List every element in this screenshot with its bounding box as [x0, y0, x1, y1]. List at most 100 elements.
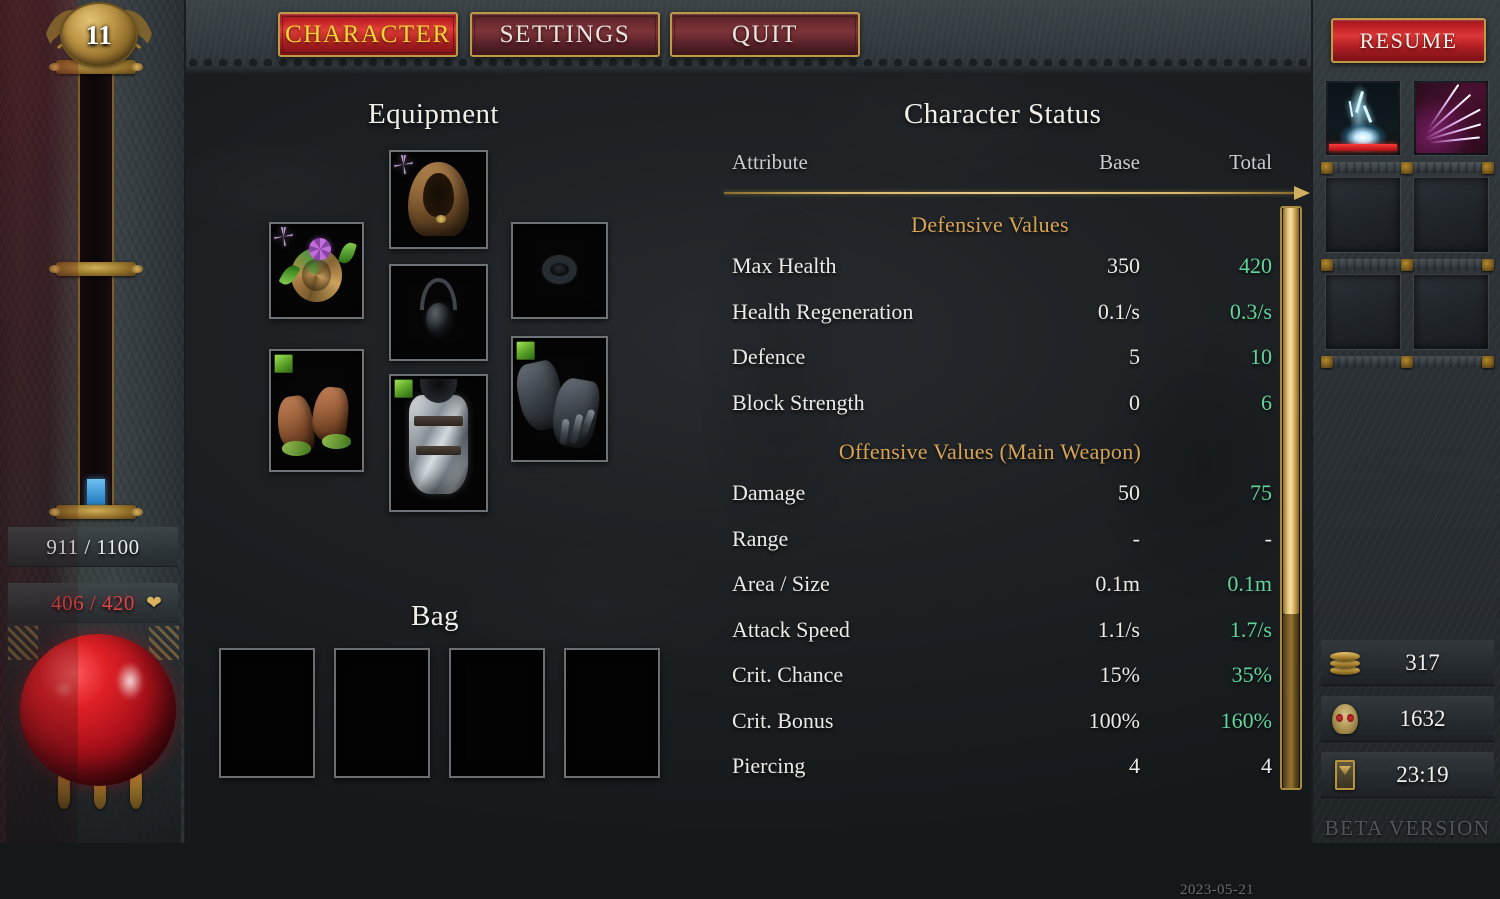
status-row: Defence 5 10 — [710, 344, 1272, 376]
rarity-star-badge — [394, 155, 413, 174]
status-row: Block Strength 0 6 — [710, 390, 1272, 422]
health-orb — [20, 634, 176, 786]
tab-quit[interactable]: QUIT — [670, 12, 860, 57]
time-value: 23:19 — [1396, 762, 1449, 787]
health-readout: 406 / 420 ❤ — [8, 583, 178, 623]
orb-highlight — [116, 662, 144, 700]
character-status-heading: Character Status — [904, 98, 1102, 130]
resource-readouts: 317 1632 23:19 — [1321, 640, 1494, 808]
resource-row-kills: 1632 — [1321, 696, 1494, 742]
skill-cooldown-bar — [1329, 144, 1397, 151]
xp-bar-track — [78, 58, 114, 518]
tab-quit-label: QUIT — [731, 20, 799, 48]
hourglass-icon — [1325, 755, 1365, 795]
status-row: Crit. Chance 15% 35% — [710, 662, 1272, 694]
scrollbar-thumb[interactable] — [1283, 208, 1299, 614]
skill-slot-1[interactable] — [1325, 80, 1401, 156]
status-row-total: 10 — [1250, 344, 1272, 369]
piercing-spikes-icon — [1416, 83, 1486, 153]
equipment-slot-helmet[interactable] — [389, 150, 488, 249]
bag-slot-4[interactable] — [564, 648, 660, 778]
coin-stack-icon — [1325, 643, 1365, 683]
equipment-slot-ring-right[interactable] — [511, 222, 608, 319]
status-group-heading: Offensive Values (Main Weapon) — [838, 439, 1142, 464]
status-row-total: 35% — [1231, 662, 1272, 687]
status-row: Piercing 4 4 — [710, 753, 1272, 785]
tab-settings[interactable]: SETTINGS — [470, 12, 660, 57]
equipment-slot-boots[interactable] — [269, 349, 364, 472]
column-header-total: Total — [1229, 150, 1272, 174]
orb-corner-tl — [8, 626, 38, 660]
health-value: 406 / 420 — [51, 590, 135, 615]
skill-slot-6[interactable] — [1413, 274, 1489, 350]
xp-bracket-bottom — [49, 505, 143, 519]
status-row-total: 160% — [1220, 707, 1272, 733]
gold-value: 317 — [1405, 650, 1440, 675]
divider-line — [724, 192, 1296, 194]
status-row-total: 0.3/s — [1229, 298, 1272, 324]
status-row: Attack Speed 1.1/s 1.7/s — [710, 617, 1272, 649]
rarity-star-badge — [274, 227, 293, 246]
equipment-heading: Equipment — [368, 98, 499, 130]
beta-watermark: BETA VERSION — [1324, 816, 1491, 840]
xp-value: 911 / 1100 — [46, 534, 140, 559]
kills-value: 1632 — [1399, 706, 1446, 731]
equipment-slot-gloves[interactable] — [511, 336, 608, 462]
bag-slot-3[interactable] — [449, 648, 545, 778]
status-row-total: - — [1264, 525, 1272, 551]
character-status-table: Attribute Base Total Defensive Values Max… — [710, 150, 1310, 830]
table-divider — [710, 186, 1310, 200]
right-hud-panel: RESUME 317 1632 23:19 BETA VERSION — [1311, 0, 1500, 843]
level-value: 11 — [85, 19, 113, 50]
status-row: Max Health 350 420 — [710, 253, 1272, 285]
quality-badge — [516, 341, 535, 360]
resume-button[interactable]: RESUME — [1331, 18, 1486, 63]
xp-bracket-mid — [49, 262, 143, 276]
bag-slot-1[interactable] — [219, 648, 315, 778]
status-row-total: 0.1m — [1227, 571, 1272, 596]
status-row: Range - - — [710, 526, 1272, 558]
date-stamp: 2023-05-21 — [1180, 882, 1254, 898]
skill-slot-5[interactable] — [1325, 274, 1401, 350]
equipment-slot-amulet[interactable] — [389, 264, 488, 361]
status-row-total: 420 — [1239, 253, 1272, 278]
health-orb-container — [6, 622, 181, 843]
quality-badge — [274, 354, 293, 373]
status-row: Area / Size 0.1m 0.1m — [710, 571, 1272, 603]
orb-highlight-secondary — [54, 680, 74, 698]
top-bar-ornament-lower — [186, 66, 1311, 74]
game-screen: 11 911 / 1100 406 / 420 ❤ CHARACTER SETT… — [0, 0, 1500, 898]
status-row: Damage 50 75 — [710, 480, 1272, 512]
level-badge: 11 — [62, 4, 136, 66]
resource-row-time: 23:19 — [1321, 752, 1494, 798]
skill-slot-grid — [1321, 80, 1494, 368]
tab-character[interactable]: CHARACTER — [278, 12, 458, 57]
skill-slot-3[interactable] — [1325, 177, 1401, 253]
status-row: Health Regeneration 0.1/s 0.3/s — [710, 299, 1272, 331]
dark-amulet-icon — [391, 266, 486, 359]
lightning-strike-icon — [1328, 83, 1398, 153]
status-row-total: 6 — [1261, 389, 1272, 415]
status-row-total: 1.7/s — [1229, 616, 1272, 642]
skill-slot-4[interactable] — [1413, 177, 1489, 253]
skull-icon — [1325, 699, 1365, 739]
equipment-slot-chest[interactable] — [389, 374, 488, 512]
status-group-heading: Defensive Values — [911, 212, 1069, 237]
skill-slot-2[interactable] — [1413, 80, 1489, 156]
quality-badge — [394, 379, 413, 398]
equipment-slot-ring-left[interactable] — [269, 222, 364, 319]
bag-slot-2[interactable] — [334, 648, 430, 778]
status-row-total: 75 — [1250, 480, 1272, 505]
orb-claw-1 — [58, 751, 70, 809]
bag-heading: Bag — [411, 600, 459, 632]
resource-row-gold: 317 — [1321, 640, 1494, 686]
resume-button-label: RESUME — [1359, 27, 1458, 53]
xp-readout: 911 / 1100 — [8, 527, 178, 567]
heart-icon: ❤ — [146, 593, 162, 614]
left-hud-panel: 11 911 / 1100 406 / 420 ❤ — [0, 0, 186, 843]
scrollbar-track-remainder[interactable] — [1283, 614, 1299, 788]
status-row: Crit. Bonus 100% 160% — [710, 708, 1272, 740]
status-scrollbar[interactable] — [1280, 206, 1302, 790]
main-content: Equipment Character Status Bag Attribute… — [186, 74, 1311, 898]
dark-ring-icon — [513, 224, 606, 317]
